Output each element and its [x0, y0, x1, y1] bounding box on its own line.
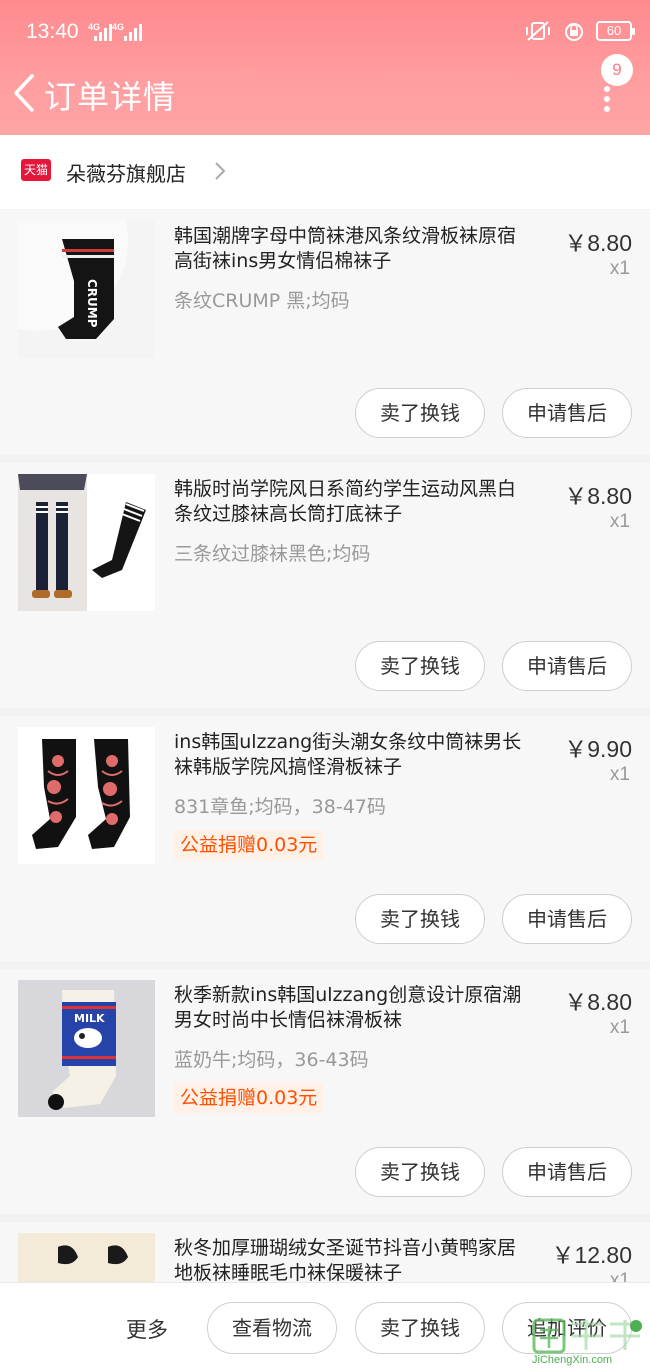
tmall-logo: 天猫 [21, 159, 51, 181]
item-price: ￥8.80 [564, 230, 632, 256]
status-time: 13:40 [26, 20, 79, 43]
lock-icon [564, 20, 584, 42]
shop-name[interactable]: 朵薇芬旗舰店 [66, 158, 186, 187]
product-image[interactable]: CRUMP [18, 221, 155, 358]
product-image[interactable]: MILK [18, 980, 155, 1117]
product-image[interactable] [18, 727, 155, 864]
message-badge[interactable]: 9 [601, 54, 633, 86]
watermark-text: JiChengXin.com [532, 1354, 613, 1366]
product-image[interactable] [18, 474, 155, 611]
item-price: ￥9.90 [564, 736, 632, 762]
item-quantity: x1 [609, 1270, 630, 1282]
item-price: ￥8.80 [564, 989, 632, 1015]
order-item[interactable]: 秋冬加厚珊瑚绒女圣诞节抖音小黄鸭家居地板袜睡眠毛巾袜保暖袜子 ￥12.80 x1 [0, 1222, 650, 1282]
item-title[interactable]: ins韩国ulzzang街头潮女条纹中筒袜男长袜韩版学院风搞怪滑板袜子 [174, 730, 534, 780]
item-title[interactable]: 秋冬加厚珊瑚绒女圣诞节抖音小黄鸭家居地板袜睡眠毛巾袜保暖袜子 [174, 1236, 534, 1282]
network-type-2: 4G [112, 22, 125, 32]
vibrate-icon [524, 20, 552, 42]
after-sale-button[interactable]: 申请售后 [502, 641, 632, 691]
item-title[interactable]: 韩国潮牌字母中筒袜港风条纹滑板袜原宿高街袜ins男女情侣棉袜子 [174, 224, 534, 274]
item-quantity: x1 [609, 764, 630, 785]
sell-button[interactable]: 卖了换钱 [355, 641, 485, 691]
status-bar: 13:40 4G 4G 60 [0, 0, 650, 66]
more-button[interactable]: 更多 [126, 1314, 168, 1344]
signal-icon [94, 24, 112, 41]
back-icon[interactable] [10, 68, 40, 118]
item-title[interactable]: 韩版时尚学院风日系简约学生运动风黑白条纹过膝袜高长筒打底袜子 [174, 477, 534, 527]
thumb-text: CRUMP [85, 279, 99, 328]
after-sale-button[interactable]: 申请售后 [502, 894, 632, 944]
battery-icon: 60 [596, 21, 635, 41]
thumb-text: MILK [74, 1012, 105, 1025]
item-title[interactable]: 秋季新款ins韩国ulzzang创意设计原宿潮男女时尚中长情侣袜滑板袜 [174, 983, 534, 1033]
item-quantity: x1 [609, 511, 630, 532]
sell-button[interactable]: 卖了换钱 [355, 388, 485, 438]
after-sale-button[interactable]: 申请售后 [502, 388, 632, 438]
order-item[interactable]: CRUMP 韩国潮牌字母中筒袜港风条纹滑板袜原宿高街袜ins男女情侣棉袜子 条纹… [0, 210, 650, 455]
view-logistics-button[interactable]: 查看物流 [207, 1302, 337, 1354]
item-price: ￥12.80 [551, 1242, 632, 1268]
item-sku: 831章鱼;均码，38-47码 [174, 796, 386, 818]
order-item[interactable]: ins韩国ulzzang街头潮女条纹中筒袜男长袜韩版学院风搞怪滑板袜子 831章… [0, 716, 650, 961]
product-image[interactable] [18, 1233, 155, 1282]
item-sku: 条纹CRUMP 黑;均码 [174, 290, 350, 312]
app-header: 13:40 4G 4G 60 订单详情 9 [0, 0, 650, 135]
after-sale-button[interactable]: 申请售后 [502, 1147, 632, 1197]
item-sku: 三条纹过膝袜黑色;均码 [174, 543, 371, 565]
order-item[interactable]: MILK 秋季新款ins韩国ulzzang创意设计原宿潮男女时尚中长情侣袜滑板袜… [0, 969, 650, 1214]
chevron-right-icon [213, 161, 227, 181]
order-item[interactable]: 韩版时尚学院风日系简约学生运动风黑白条纹过膝袜高长筒打底袜子 三条纹过膝袜黑色;… [0, 463, 650, 708]
signal-icon-2 [124, 24, 142, 41]
item-quantity: x1 [609, 258, 630, 279]
page-title: 订单详情 [44, 78, 177, 116]
item-price: ￥8.80 [564, 483, 632, 509]
donation-badge: 公益捐赠0.03元 [174, 1083, 324, 1113]
item-quantity: x1 [609, 1017, 630, 1038]
sell-button[interactable]: 卖了换钱 [355, 1147, 485, 1197]
sell-button[interactable]: 卖了换钱 [355, 1302, 485, 1354]
sell-button[interactable]: 卖了换钱 [355, 894, 485, 944]
more-menu-icon[interactable] [602, 86, 612, 112]
donation-badge: 公益捐赠0.03元 [174, 830, 324, 860]
item-sku: 蓝奶牛;均码，36-43码 [174, 1049, 369, 1071]
